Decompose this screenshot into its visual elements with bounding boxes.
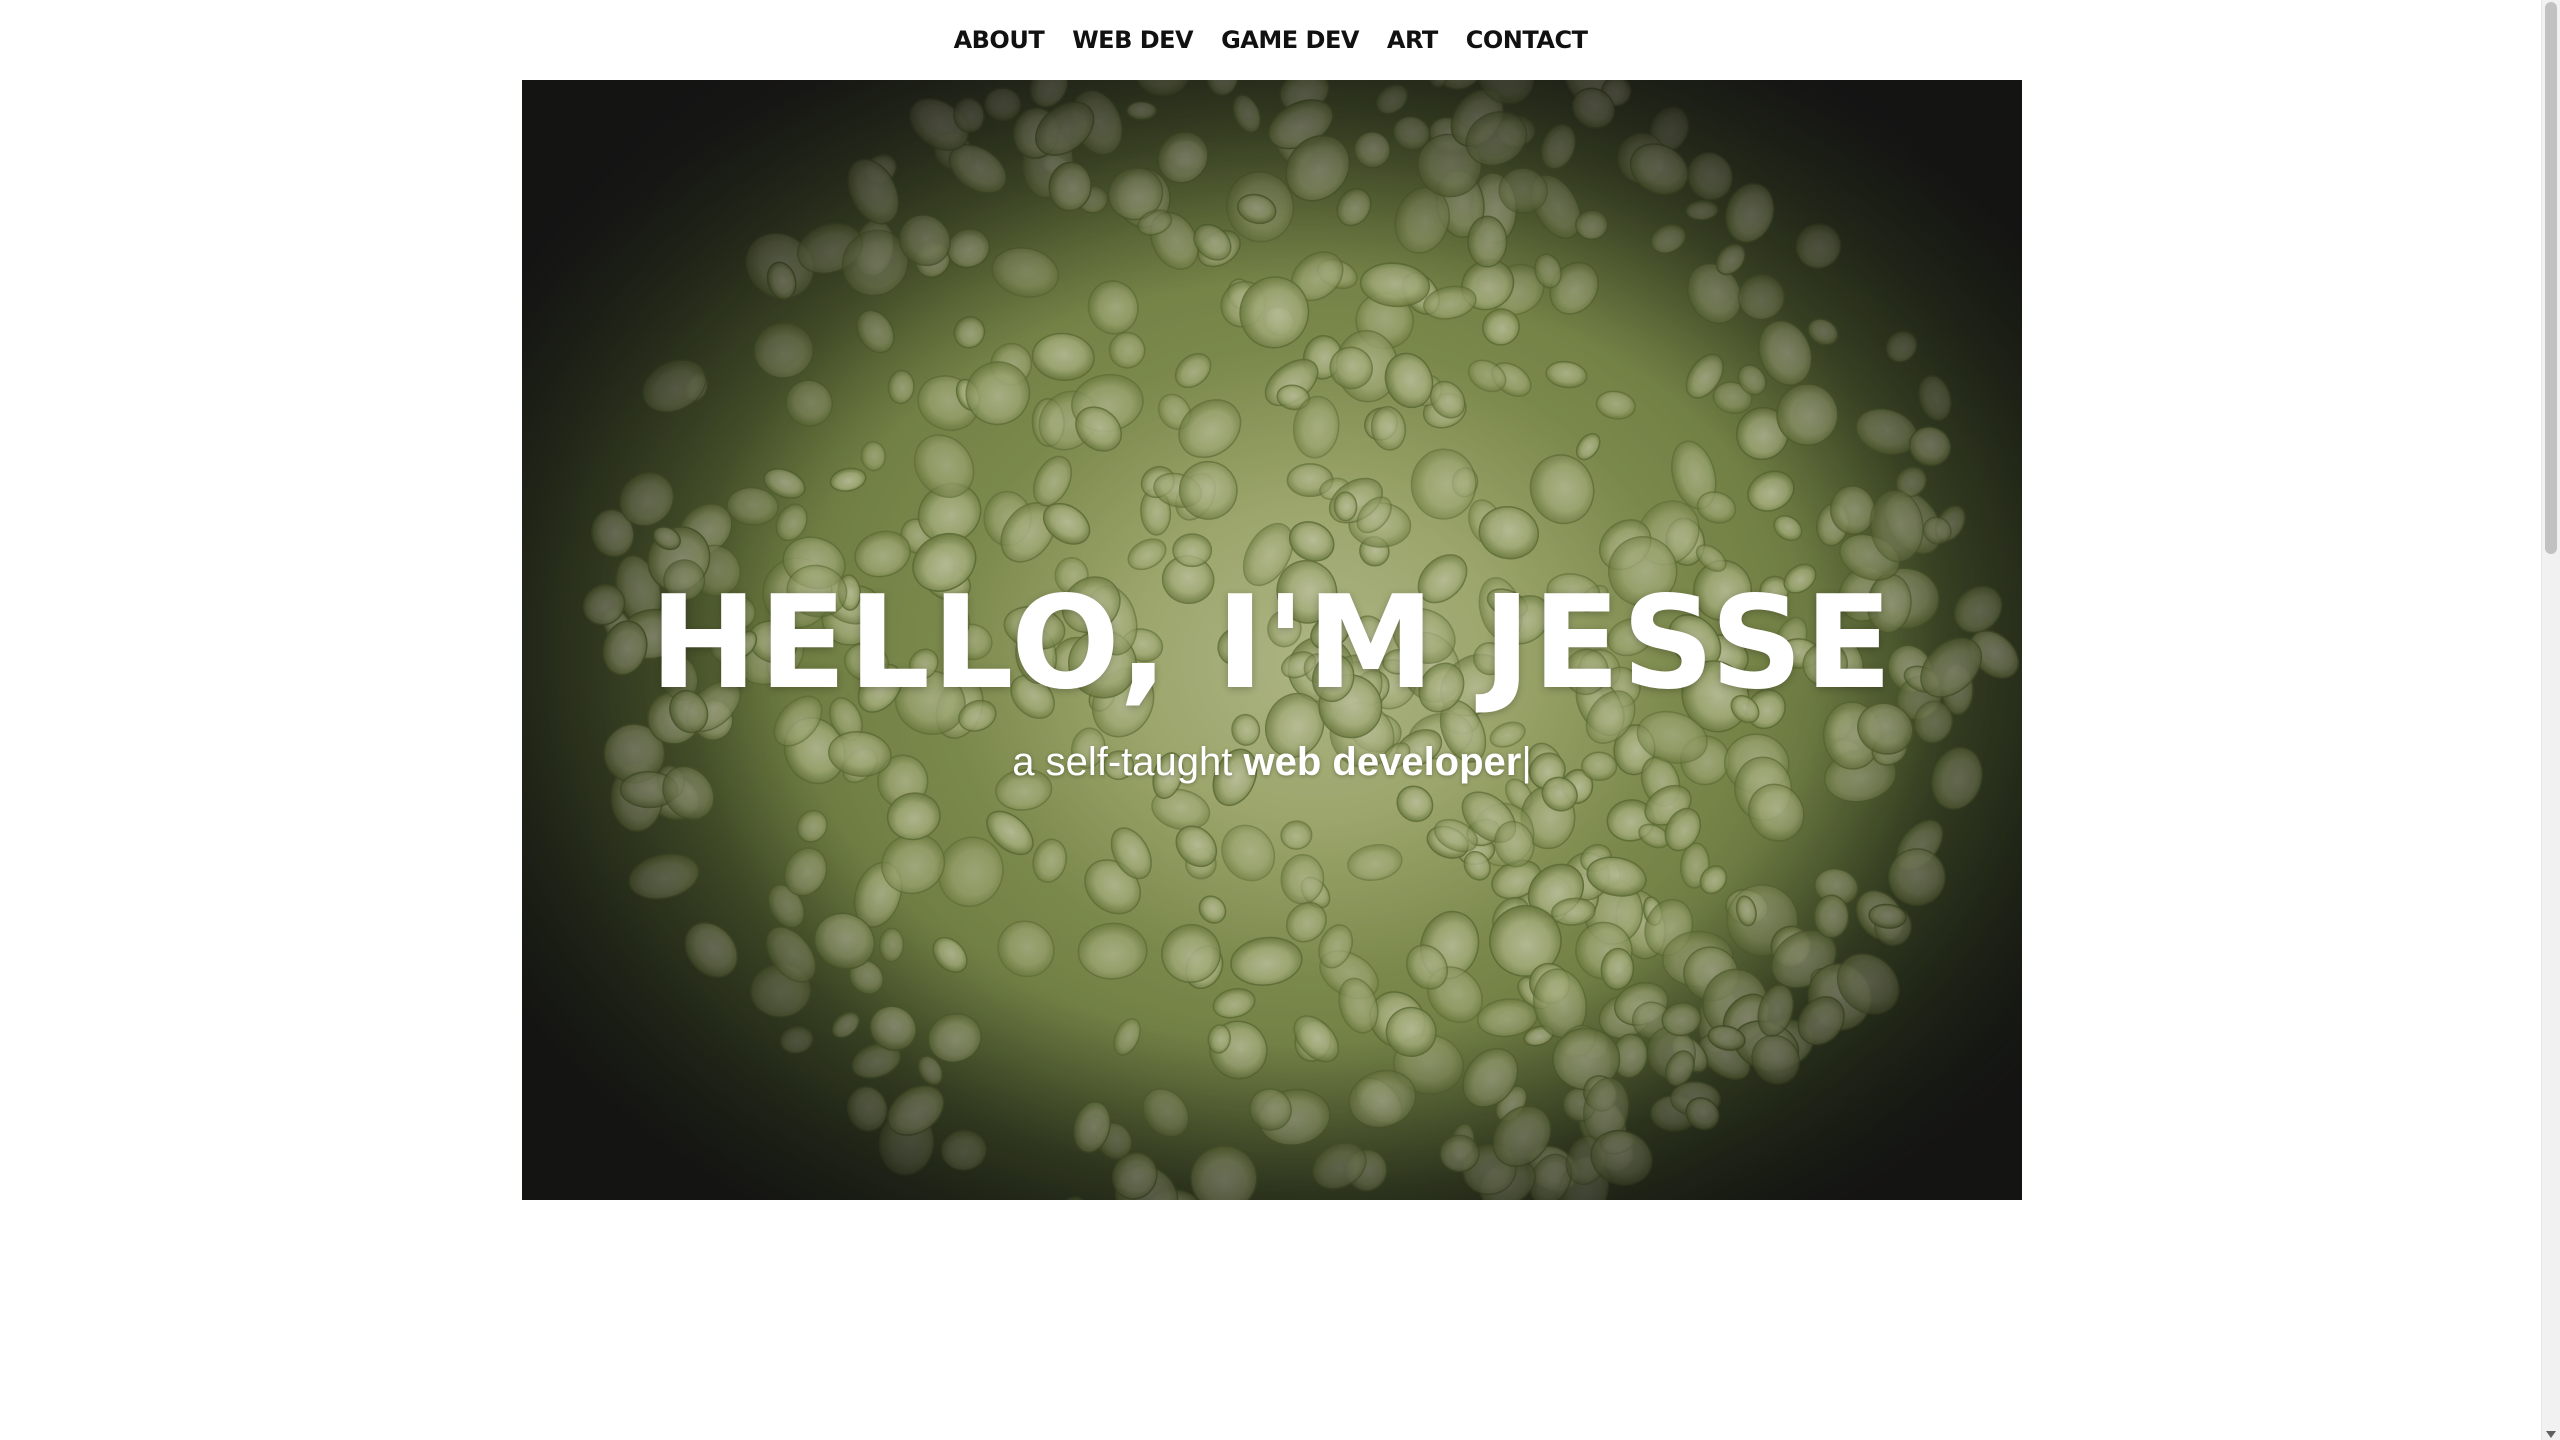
nav-web-dev-link[interactable]: WEB DEV [1072,26,1193,54]
main-nav: ABOUT WEB DEV GAME DEV ART CONTACT [0,0,2541,80]
nav-about-link[interactable]: ABOUT [954,26,1045,54]
scrollbar-thumb[interactable] [2545,2,2557,554]
nav-game-dev-link[interactable]: GAME DEV [1221,26,1359,54]
hero-section: HELLO, I'M JESSE a self-taught web devel… [522,80,2022,1200]
vertical-scrollbar[interactable] [2541,0,2560,1440]
hero-title: HELLO, I'M JESSE [649,569,1895,718]
page: ABOUT WEB DEV GAME DEV ART CONTACT HELLO… [0,0,2560,1440]
nav-art-link[interactable]: ART [1387,26,1438,54]
hero-subtitle-prefix: a self-taught [1012,740,1244,784]
hero-subtitle-emphasis: web developer [1243,740,1522,784]
nav-contact-link[interactable]: CONTACT [1466,26,1588,54]
hero-subtitle: a self-taught web developer| [522,740,2022,785]
typing-cursor: | [1521,740,1532,784]
chevron-down-icon[interactable] [2546,1431,2556,1438]
